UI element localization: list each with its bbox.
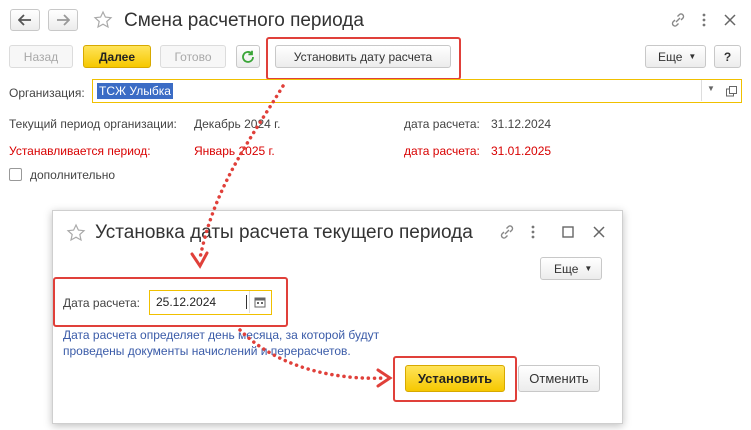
arrow-to-set-button [238, 328, 387, 380]
annotation-arrows [190, 84, 393, 388]
arrow-to-dialog [198, 84, 285, 260]
